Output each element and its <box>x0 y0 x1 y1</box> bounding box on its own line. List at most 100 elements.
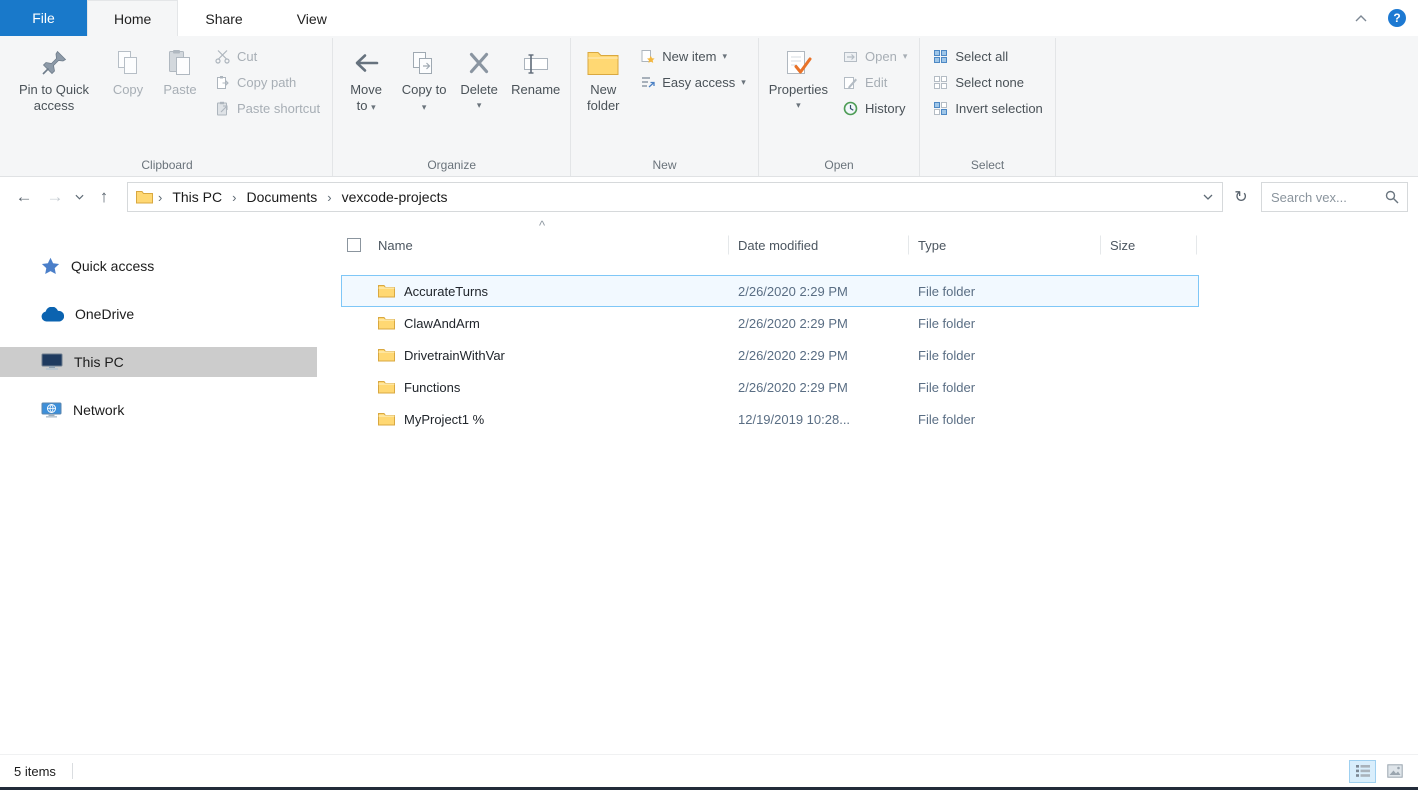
folder-icon <box>378 380 395 394</box>
select-none-icon <box>932 75 949 90</box>
recent-locations-button[interactable] <box>72 193 87 201</box>
copy-to-icon <box>410 47 438 79</box>
ribbon-group-label-select: Select <box>924 155 1050 176</box>
thumbnail-view-button[interactable] <box>1381 760 1408 783</box>
open-icon <box>842 49 859 64</box>
search-input[interactable] <box>1271 190 1379 205</box>
pin-to-quick-access-button[interactable]: Pin to Quick access <box>6 40 102 146</box>
minimize-ribbon-button[interactable] <box>1350 7 1372 29</box>
move-to-button[interactable]: Move to ▾ <box>337 40 395 146</box>
breadcrumb-documents[interactable]: Documents <box>241 186 322 208</box>
main-area: Quick access OneDrive This PC Network <box>0 217 1418 754</box>
edit-button[interactable]: Edit <box>834 71 915 94</box>
refresh-button[interactable]: ↻ <box>1228 183 1254 211</box>
ribbon-group-label-organize: Organize <box>337 155 566 176</box>
sidebar-item-network[interactable]: Network <box>0 395 317 425</box>
invert-selection-button[interactable]: Invert selection <box>924 97 1050 120</box>
navigation-bar: ← → ↑ › This PC › Documents › vexcode-pr… <box>0 177 1418 217</box>
select-all-icon <box>932 49 949 64</box>
paste-shortcut-button[interactable]: Paste shortcut <box>206 97 328 120</box>
chevron-down-icon <box>1203 194 1213 200</box>
rename-icon <box>522 47 550 79</box>
cut-icon <box>214 49 231 64</box>
file-explorer-window: File Home Share View ? Pin to Quick acce… <box>0 0 1418 790</box>
new-folder-button[interactable]: New folder <box>575 40 631 146</box>
delete-button[interactable]: Delete ▾ <box>453 40 505 146</box>
forward-button[interactable]: → <box>41 183 69 211</box>
select-all-checkbox[interactable] <box>347 238 361 252</box>
select-none-button[interactable]: Select none <box>924 71 1050 94</box>
ribbon-group-clipboard: Pin to Quick access Copy Paste <box>2 38 333 176</box>
copy-path-icon <box>214 75 231 90</box>
open-button[interactable]: Open ▾ <box>834 45 915 68</box>
copy-icon <box>114 47 142 79</box>
column-header-size[interactable]: Size <box>1101 235 1197 255</box>
edit-icon <box>842 75 859 90</box>
file-row-drivetrainwithvar[interactable]: DrivetrainWithVar 2/26/2020 2:29 PM File… <box>341 339 1199 371</box>
address-dropdown-button[interactable] <box>1196 184 1220 210</box>
new-item-button[interactable]: New item ▾ <box>631 45 754 68</box>
sidebar-item-this-pc[interactable]: This PC <box>0 347 317 377</box>
details-view-icon <box>1355 764 1371 778</box>
select-all-button[interactable]: Select all <box>924 45 1050 68</box>
folder-icon <box>378 412 395 426</box>
breadcrumb-this-pc[interactable]: This PC <box>167 186 227 208</box>
ribbon-group-organize: Move to ▾ Copy to ▾ Delete ▾ <box>333 38 571 176</box>
column-header-name[interactable]: Name <box>369 235 729 255</box>
details-view-button[interactable] <box>1349 760 1376 783</box>
help-button[interactable]: ? <box>1388 9 1406 27</box>
copy-to-button[interactable]: Copy to ▾ <box>395 40 453 146</box>
cut-button[interactable]: Cut <box>206 45 328 68</box>
tab-home[interactable]: Home <box>87 0 178 36</box>
address-bar[interactable]: › This PC › Documents › vexcode-projects <box>127 182 1223 212</box>
up-button[interactable]: ↑ <box>90 183 118 211</box>
copy-button[interactable]: Copy <box>102 40 154 146</box>
search-icon <box>1385 190 1399 204</box>
file-row-accurateturns[interactable]: AccurateTurns 2/26/2020 2:29 PM File fol… <box>341 275 1199 307</box>
this-pc-icon <box>41 353 63 371</box>
items-count: 5 items <box>14 764 56 779</box>
network-icon <box>41 402 62 419</box>
status-divider <box>72 763 73 779</box>
onedrive-cloud-icon <box>41 307 64 322</box>
history-icon <box>842 101 859 116</box>
sidebar-item-quick-access[interactable]: Quick access <box>0 251 317 281</box>
ribbon-group-label-clipboard: Clipboard <box>6 155 328 176</box>
dropdown-caret: ▾ <box>722 52 727 61</box>
back-button[interactable]: ← <box>10 183 38 211</box>
ribbon-tab-bar: File Home Share View ? <box>0 0 1418 36</box>
paste-icon <box>166 47 194 79</box>
file-row-functions[interactable]: Functions 2/26/2020 2:29 PM File folder <box>341 371 1199 403</box>
address-folder-icon <box>136 190 153 204</box>
invert-selection-icon <box>932 101 949 116</box>
tab-share[interactable]: Share <box>178 0 269 36</box>
copy-path-button[interactable]: Copy path <box>206 71 328 94</box>
chevron-up-icon <box>1355 15 1367 22</box>
file-row-clawandarm[interactable]: ClawAndArm 2/26/2020 2:29 PM File folder <box>341 307 1199 339</box>
easy-access-icon <box>639 75 656 90</box>
tab-file[interactable]: File <box>0 0 87 36</box>
sort-ascending-indicator: ^ <box>539 218 545 233</box>
rename-button[interactable]: Rename <box>505 40 566 146</box>
star-icon <box>41 257 60 275</box>
status-bar: 5 items <box>0 754 1418 787</box>
file-row-myproject1[interactable]: MyProject1 % 12/19/2019 10:28... File fo… <box>341 403 1199 435</box>
dropdown-caret: ▾ <box>903 52 908 61</box>
new-item-icon <box>639 49 656 64</box>
ribbon-group-label-open: Open <box>763 155 916 176</box>
breadcrumb: › This PC › Documents › vexcode-projects <box>136 186 1196 208</box>
column-header-date-modified[interactable]: Date modified <box>729 235 909 255</box>
delete-icon <box>465 47 493 79</box>
tab-view[interactable]: View <box>270 0 354 36</box>
folder-icon <box>378 284 395 298</box>
sidebar-item-onedrive[interactable]: OneDrive <box>0 299 317 329</box>
history-button[interactable]: History <box>834 97 915 120</box>
ribbon-group-open: Properties ▾ Open ▾ E <box>759 38 921 176</box>
paste-button[interactable]: Paste <box>154 40 206 146</box>
properties-button[interactable]: Properties ▾ <box>763 40 834 146</box>
breadcrumb-vexcode-projects[interactable]: vexcode-projects <box>337 186 453 208</box>
sidebar: Quick access OneDrive This PC Network <box>0 217 317 754</box>
column-header-type[interactable]: Type <box>909 235 1101 255</box>
easy-access-button[interactable]: Easy access ▾ <box>631 71 754 94</box>
thumbnail-view-icon <box>1387 764 1403 778</box>
